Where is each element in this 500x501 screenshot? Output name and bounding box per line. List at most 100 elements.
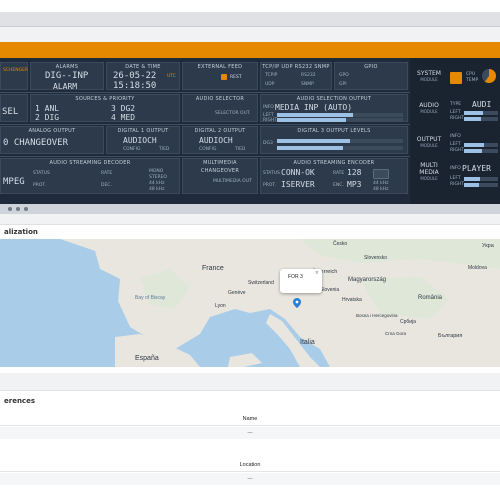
- encoder-48khz: 48 kHz: [373, 187, 389, 192]
- output-left-meter: [464, 143, 498, 147]
- output-left-label: LEFT: [450, 142, 461, 147]
- decoder-status-label: STATUS: [33, 171, 50, 176]
- sel-fragment-cell: SEL: [0, 94, 28, 122]
- output-module-label: OUTPUT MODULE: [412, 136, 446, 148]
- sources-priority-cell: SOURCES & PRIORITY 1 ANL 2 DIG 3 DG2 4 M…: [30, 94, 180, 122]
- left-fragment-amber: SCHENGER: [3, 68, 29, 73]
- selector-out-label: SELECTOR OUT.: [215, 111, 251, 116]
- digital3-levels-cell: DIGITAL 3 OUTPUT LEVELS DG3: [260, 126, 408, 154]
- status-led: [16, 207, 20, 211]
- decoder-prot-label: PROT.: [33, 183, 47, 188]
- streaming-decoder-cell: AUDIO STREAMING DECODER MPEG STATUS PROT…: [0, 158, 180, 194]
- digital1-value: AUDIOCH: [123, 136, 157, 145]
- decoder-44khz: 44 kHz: [149, 181, 165, 186]
- row-separator: [0, 124, 410, 125]
- digital1-output-cell: DIGITAL 1 OUTPUT AUDIOCH CONFIG TIED: [106, 126, 180, 154]
- audio-selection-output-cell: AUDIO SELECTION OUTPUT INFO MEDIA INP (A…: [260, 94, 408, 123]
- encoder-enc-label: ENC.: [333, 183, 344, 188]
- encoder-bitrate: 128: [347, 168, 362, 177]
- gpio-title: GPIO: [364, 64, 378, 70]
- multimedia-module-label: MULTI MEDIA MODULE: [412, 162, 446, 181]
- map-label-moldova: Moldova: [468, 265, 487, 271]
- rs232-label: RS232: [301, 73, 316, 78]
- dg3-label: DG3: [263, 141, 273, 146]
- map-label-hrvatska: Hrvatska: [342, 297, 362, 303]
- source-4: 4 MED: [111, 113, 136, 122]
- close-icon[interactable]: ×: [315, 270, 319, 276]
- map-popup-text: FOR 3: [288, 274, 303, 280]
- tcpip-title: TCP/IP UDP RS232 SNMP: [262, 64, 330, 70]
- audio-selection-output-title: AUDIO SELECTION OUTPUT: [296, 96, 372, 102]
- system-module-label: SYSTEM MODULE: [412, 70, 446, 82]
- selection-right-meter: [277, 118, 403, 122]
- encoder-state: CONN-OK: [281, 168, 315, 177]
- audio-left-meter: [464, 111, 498, 115]
- map-label-espana: España: [135, 355, 159, 362]
- dg3-left-meter: [277, 139, 403, 143]
- decoder-format: MPEG: [3, 177, 25, 187]
- audio-right-meter: [464, 117, 498, 121]
- output-module-title: OUTPUT: [416, 136, 442, 143]
- analog-output-cell: ANALOG OUTPUT 0 CHANGEOVER: [0, 126, 104, 154]
- digital2-output-cell: DIGITAL 2 OUTPUT AUDIOCH CONFIG TIED: [182, 126, 258, 154]
- date-time-title: DATE & TIME: [125, 64, 161, 70]
- date-time-cell: DATE & TIME 26-05-22 15:18:50 UTC: [106, 62, 180, 91]
- references-title: erences: [4, 397, 35, 405]
- map-pin-icon[interactable]: [293, 298, 301, 308]
- selection-output-value: MEDIA INP (AUTO): [275, 103, 353, 112]
- audio-type-label: TYPE: [450, 102, 462, 107]
- map-label-bulgaria: България: [438, 333, 463, 339]
- status-led: [24, 207, 28, 211]
- digital1-title: DIGITAL 1 OUTPUT: [117, 128, 169, 134]
- map-label-magyarorszag: Magyarország: [348, 277, 387, 283]
- map-view[interactable]: France Switzerland Genève Lyon España It…: [0, 239, 500, 367]
- audio-module-title: AUDIO: [419, 102, 439, 109]
- multimedia-left-meter: [464, 177, 498, 181]
- encoder-play-button[interactable]: [373, 169, 389, 179]
- map-label-switzerland: Switzerland: [248, 280, 274, 286]
- cpu-label: CPU: [466, 72, 476, 77]
- source-2: 2 DIG: [35, 113, 60, 122]
- output-module-sub: MODULE: [420, 143, 438, 148]
- map-label-slovensko: Slovensko: [364, 255, 388, 261]
- multimedia-changeover-title: MULTIMEDIA CHANGEOVER: [200, 160, 240, 174]
- output-right-label: RIGHT: [450, 148, 465, 153]
- map-label-ceska: Česko: [333, 241, 348, 247]
- browser-bar: [0, 12, 500, 27]
- source-3: 3 DG2: [111, 104, 136, 113]
- audio-selector-cell: AUDIO SELECTOR SELECTOR OUT.: [182, 94, 258, 122]
- location-column-header: Location: [0, 459, 500, 472]
- digital1-tied: TIED: [159, 147, 170, 152]
- date-display: 26-05-22: [113, 71, 157, 81]
- audio-selector-title: AUDIO SELECTOR: [195, 96, 245, 102]
- map-label-romania: România: [418, 295, 443, 301]
- encoder-44khz: 44 kHz: [373, 181, 389, 186]
- encoder-rate-label: RATE: [333, 171, 345, 176]
- encoder-format: MP3: [347, 180, 362, 189]
- analog-output-title: ANALOG OUTPUT: [28, 128, 76, 134]
- cpu-gauge-icon: [482, 69, 496, 83]
- row-separator: [0, 156, 410, 157]
- system-module-sub: MODULE: [420, 77, 438, 82]
- map-label-ukraine: Укра: [482, 243, 494, 249]
- top-gap: [0, 0, 500, 12]
- tcpip-label: TCPIP: [265, 73, 278, 78]
- map-marker-popup: FOR 3 ×: [280, 269, 322, 293]
- output-right-meter: [464, 149, 498, 153]
- analog-output-value: 0 CHANGEOVER: [3, 138, 69, 148]
- alarms-title: ALARMS: [55, 64, 79, 70]
- utc-label: UTC: [167, 74, 176, 79]
- gpo-label: GPO: [339, 73, 349, 78]
- output-info-label: INFO: [450, 134, 461, 139]
- time-display: 15:18:50: [113, 81, 157, 91]
- multimedia-info-label: INFO: [450, 166, 461, 171]
- row-separator: [0, 92, 410, 93]
- source-1: 1 ANL: [35, 104, 60, 113]
- audio-right-label: RIGHT: [450, 116, 465, 121]
- digital3-levels-title: DIGITAL 3 OUTPUT LEVELS: [297, 128, 371, 134]
- map-label-srbija: Србија: [400, 319, 416, 325]
- device-front-panel: SCHENGER ALARMS DIG--INP ALARM DATE & TI…: [0, 58, 500, 204]
- alarms-cell: ALARMS DIG--INP ALARM: [30, 62, 104, 91]
- streaming-encoder-cell: AUDIO STREAMING ENCODER STATUS PROT. CON…: [260, 158, 408, 194]
- rest-label: REST: [230, 75, 242, 80]
